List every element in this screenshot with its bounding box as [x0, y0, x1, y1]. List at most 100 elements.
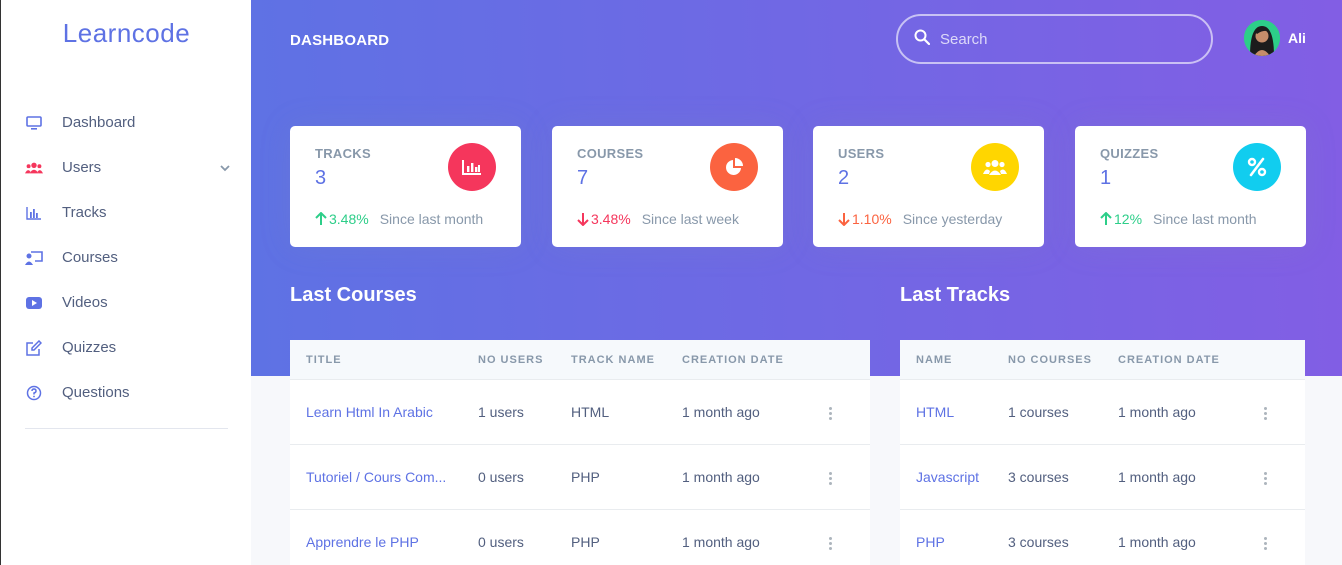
- stat-value: 2: [838, 167, 850, 189]
- column-header[interactable]: TRACK NAME: [571, 354, 655, 366]
- stat-title: TRACKS: [315, 146, 371, 161]
- course-users: 0 users: [478, 534, 524, 550]
- track-courses: 3 courses: [1008, 534, 1069, 550]
- column-header[interactable]: NO COURSES: [1008, 354, 1092, 366]
- stat-change-value: 3.48%: [329, 211, 369, 227]
- stat-card-courses: COURSES 7 3.48% Since last week: [552, 126, 783, 247]
- stat-value: 1: [1100, 167, 1112, 189]
- stat-since: Since yesterday: [902, 211, 1003, 227]
- stat-since: Since last week: [641, 211, 739, 227]
- monitor-icon: [25, 114, 43, 132]
- table-row: Tutoriel / Cours Com... 0 users PHP 1 mo…: [290, 445, 870, 510]
- table-header: NAME NO COURSES CREATION DATE: [900, 340, 1305, 380]
- sidebar-item-label: Users: [62, 159, 102, 176]
- stat-card-users: USERS 2 1.10% Since yesterday: [813, 126, 1044, 247]
- users-icon: [971, 143, 1019, 191]
- stat-change: 3.48%: [315, 211, 369, 227]
- stat-since: Since last month: [379, 211, 484, 227]
- sidebar: Learncode Dashboard Users Tracks Courses…: [0, 0, 251, 565]
- sidebar-item-label: Courses: [62, 249, 118, 266]
- sidebar-divider: [25, 428, 228, 429]
- last-tracks-table: NAME NO COURSES CREATION DATE HTML 1 cou…: [900, 340, 1305, 565]
- more-options-icon[interactable]: [824, 532, 836, 554]
- sidebar-item-dashboard[interactable]: Dashboard: [1, 100, 252, 145]
- search-input[interactable]: [940, 30, 1180, 48]
- sidebar-item-label: Quizzes: [62, 339, 117, 356]
- table-header: TITLE NO USERS TRACK NAME CREATION DATE: [290, 340, 870, 380]
- last-courses-title: Last Courses: [290, 284, 417, 306]
- search-icon: [914, 29, 931, 50]
- arrow-down-icon: [577, 213, 589, 226]
- chart-bar-icon: [448, 143, 496, 191]
- chevron-down-icon[interactable]: [220, 160, 230, 178]
- course-track: HTML: [571, 404, 610, 420]
- column-header[interactable]: CREATION DATE: [1118, 354, 1220, 366]
- sidebar-item-label: Tracks: [62, 204, 107, 221]
- percent-icon: [1233, 143, 1281, 191]
- column-header[interactable]: TITLE: [306, 354, 342, 366]
- more-options-icon[interactable]: [1259, 532, 1271, 554]
- stat-change: 1.10%: [838, 211, 892, 227]
- sidebar-item-courses[interactable]: Courses: [1, 235, 252, 280]
- search-box[interactable]: [896, 14, 1213, 64]
- sidebar-item-tracks[interactable]: Tracks: [1, 190, 252, 235]
- course-track: PHP: [571, 469, 600, 485]
- more-options-icon[interactable]: [1259, 467, 1271, 489]
- course-track: PHP: [571, 534, 600, 550]
- sidebar-nav: Dashboard Users Tracks Courses Videos Qu…: [1, 100, 252, 415]
- course-title-link[interactable]: Apprendre le PHP: [306, 534, 419, 550]
- stat-change: 3.48%: [577, 211, 631, 227]
- course-title-link[interactable]: Learn Html In Arabic: [306, 404, 433, 420]
- stat-card-tracks: TRACKS 3 3.48% Since last month: [290, 126, 521, 247]
- stat-card-quizzes: QUIZZES 1 12% Since last month: [1075, 126, 1306, 247]
- column-header[interactable]: CREATION DATE: [682, 354, 784, 366]
- course-title-link[interactable]: Tutoriel / Cours Com...: [306, 469, 446, 485]
- arrow-up-icon: [315, 212, 327, 225]
- main-content: DASHBOARD Ali TRACKS 3 3.48% Since last …: [251, 0, 1342, 565]
- sidebar-item-label: Dashboard: [62, 114, 136, 131]
- stat-change-value: 12%: [1114, 211, 1143, 227]
- stat-title: USERS: [838, 146, 885, 161]
- more-options-icon[interactable]: [1259, 402, 1271, 424]
- sidebar-item-users[interactable]: Users: [1, 145, 252, 190]
- avatar[interactable]: [1244, 20, 1280, 56]
- course-date: 1 month ago: [682, 404, 760, 420]
- sidebar-item-questions[interactable]: Questions: [1, 370, 252, 415]
- column-header[interactable]: NAME: [916, 354, 952, 366]
- stat-footer: 1.10% Since yesterday: [838, 211, 1002, 227]
- sidebar-item-videos[interactable]: Videos: [1, 280, 252, 325]
- question-circle-icon: [25, 384, 43, 402]
- user-name[interactable]: Ali: [1288, 30, 1306, 46]
- track-name-link[interactable]: HTML: [916, 404, 954, 420]
- stat-footer: 3.48% Since last week: [577, 211, 739, 227]
- track-courses: 1 courses: [1008, 404, 1069, 420]
- stat-since: Since last month: [1153, 211, 1257, 227]
- table-row: Learn Html In Arabic 1 users HTML 1 mont…: [290, 380, 870, 445]
- bar-chart-icon: [25, 204, 43, 222]
- user-menu[interactable]: Ali: [1244, 20, 1306, 56]
- more-options-icon[interactable]: [824, 467, 836, 489]
- stat-footer: 12% Since last month: [1100, 211, 1257, 227]
- arrow-up-icon: [1100, 212, 1112, 225]
- page-title: DASHBOARD: [290, 32, 390, 49]
- sidebar-item-quizzes[interactable]: Quizzes: [1, 325, 252, 370]
- stat-change-value: 3.48%: [591, 211, 631, 227]
- last-courses-table: TITLE NO USERS TRACK NAME CREATION DATE …: [290, 340, 870, 565]
- track-name-link[interactable]: PHP: [916, 534, 945, 550]
- track-date: 1 month ago: [1118, 404, 1196, 420]
- chart-pie-icon: [710, 143, 758, 191]
- table-row: Javascript 3 courses 1 month ago: [900, 445, 1305, 510]
- course-date: 1 month ago: [682, 469, 760, 485]
- brand-logo[interactable]: Learncode: [1, 18, 252, 49]
- track-name-link[interactable]: Javascript: [916, 469, 979, 485]
- youtube-icon: [25, 294, 43, 312]
- last-tracks-title: Last Tracks: [900, 284, 1011, 306]
- column-header[interactable]: NO USERS: [478, 354, 543, 366]
- track-date: 1 month ago: [1118, 469, 1196, 485]
- users-icon: [25, 159, 43, 177]
- course-users: 0 users: [478, 469, 524, 485]
- chalkboard-icon: [25, 249, 43, 267]
- more-options-icon[interactable]: [824, 402, 836, 424]
- track-courses: 3 courses: [1008, 469, 1069, 485]
- course-users: 1 users: [478, 404, 524, 420]
